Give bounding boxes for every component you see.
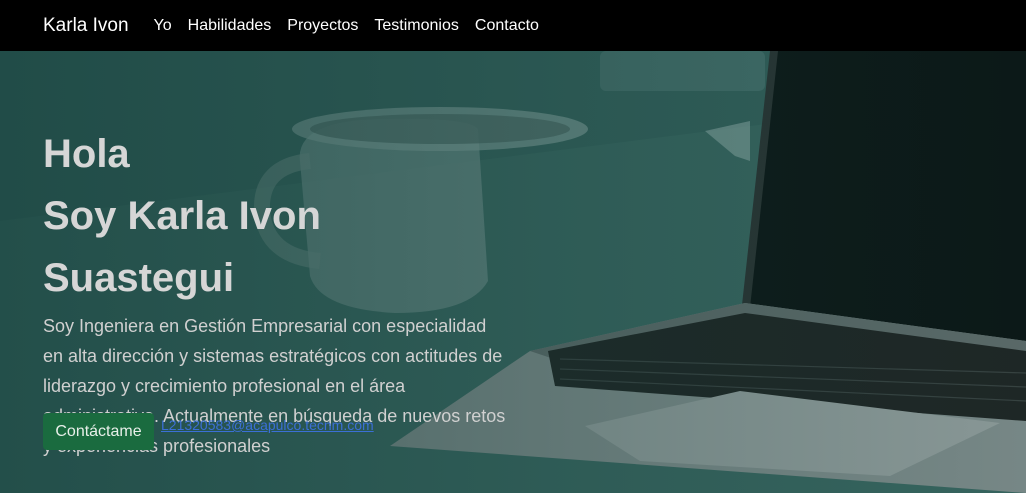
hero-title-name: Soy Karla Ivon Suastegui bbox=[43, 194, 321, 300]
nav-link-yo[interactable]: Yo bbox=[154, 17, 172, 35]
hero-content: Hola Soy Karla Ivon Suastegui Soy Ingeni… bbox=[43, 123, 513, 461]
hero-actions: Contáctame L21320583@acapulco.tecnm.com bbox=[43, 413, 374, 450]
brand-link[interactable]: Karla Ivon bbox=[43, 15, 129, 37]
hero-title: Hola Soy Karla Ivon Suastegui bbox=[43, 123, 513, 309]
navbar: Karla Ivon Yo Habilidades Proyectos Test… bbox=[0, 0, 1026, 51]
nav-link-proyectos[interactable]: Proyectos bbox=[287, 17, 358, 35]
email-link[interactable]: L21320583@acapulco.tecnm.com bbox=[161, 417, 374, 433]
nav-link-testimonios[interactable]: Testimonios bbox=[374, 17, 458, 35]
hero-title-greeting: Hola bbox=[43, 132, 130, 176]
nav-links: Yo Habilidades Proyectos Testimonios Con… bbox=[154, 17, 539, 35]
hero-section: Hola Soy Karla Ivon Suastegui Soy Ingeni… bbox=[0, 51, 1026, 493]
contact-button[interactable]: Contáctame bbox=[43, 413, 154, 450]
nav-link-habilidades[interactable]: Habilidades bbox=[188, 17, 272, 35]
nav-link-contacto[interactable]: Contacto bbox=[475, 17, 539, 35]
